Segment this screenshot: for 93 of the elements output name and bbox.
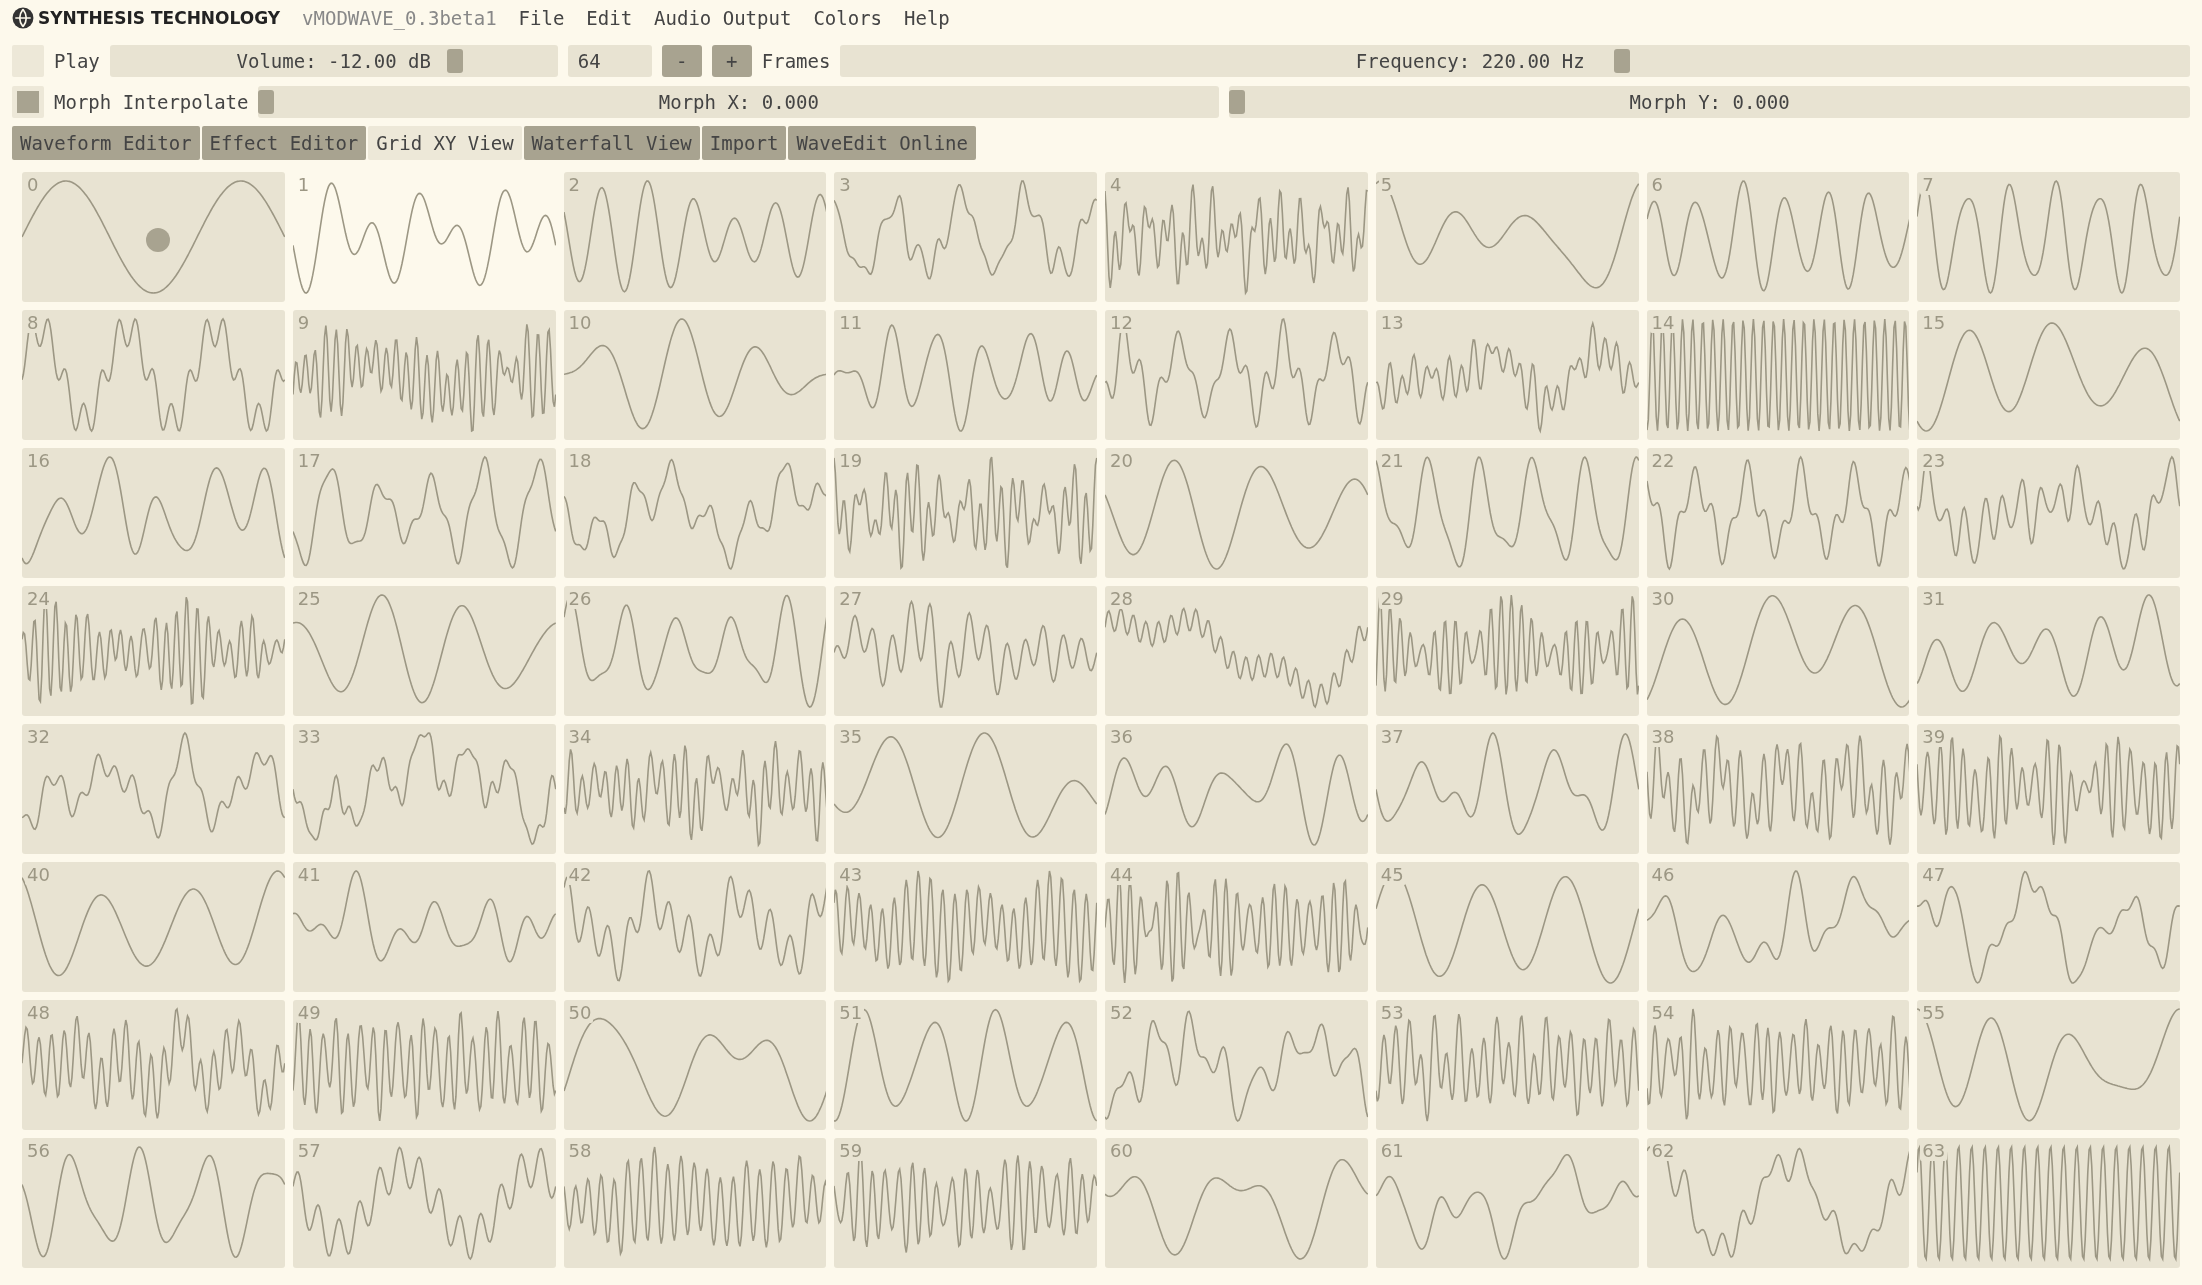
wavetable-cell[interactable]: 35 <box>834 724 1097 854</box>
wavetable-cell[interactable]: 18 <box>563 448 827 578</box>
position-marker[interactable] <box>146 228 170 252</box>
slider-thumb[interactable] <box>258 89 275 114</box>
slider-thumb[interactable] <box>1613 48 1630 73</box>
wavetable-cell[interactable]: 31 <box>1917 586 2180 716</box>
wavetable-cell[interactable]: 20 <box>1105 448 1368 578</box>
wavetable-cell[interactable]: 27 <box>834 586 1097 716</box>
wavetable-cell[interactable]: 46 <box>1646 862 1910 992</box>
menu-item[interactable]: File <box>518 7 565 29</box>
wavetable-cell[interactable]: 30 <box>1646 586 1910 716</box>
wavetable-cell[interactable]: 54 <box>1646 1000 1910 1130</box>
wavetable-cell[interactable]: 28 <box>1105 586 1368 716</box>
brand-name: SYNTHESIS TECHNOLOGY <box>38 8 281 28</box>
wavetable-cell[interactable]: 6 <box>1646 172 1910 302</box>
wavetable-cell[interactable]: 42 <box>563 862 827 992</box>
wavetable-cell[interactable]: 9 <box>292 310 556 440</box>
wavetable-cell[interactable]: 17 <box>292 448 556 578</box>
wavetable-cell[interactable]: 33 <box>292 724 556 854</box>
wavetable-cell[interactable]: 40 <box>22 862 285 992</box>
wavetable-cell[interactable]: 24 <box>22 586 285 716</box>
tab[interactable]: Effect Editor <box>201 126 367 160</box>
wavetable-cell[interactable]: 41 <box>292 862 556 992</box>
wavetable-cell[interactable]: 32 <box>22 724 285 854</box>
wavetable-cell[interactable]: 47 <box>1917 862 2180 992</box>
morph-x-slider[interactable]: Morph X: 0.000 <box>258 85 1220 118</box>
wavetable-cell[interactable]: 25 <box>292 586 556 716</box>
wavetable-cell[interactable]: 34 <box>563 724 827 854</box>
wavetable-cell[interactable]: 39 <box>1917 724 2180 854</box>
menu-item[interactable]: Colors <box>813 7 883 29</box>
wavetable-cell[interactable]: 10 <box>563 310 827 440</box>
wavetable-cell[interactable]: 3 <box>834 172 1097 302</box>
increment-button[interactable]: + <box>711 44 752 77</box>
wavetable-cell[interactable]: 5 <box>1375 172 1639 302</box>
wavetable-cell[interactable]: 4 <box>1105 172 1368 302</box>
morph-y-slider[interactable]: Morph Y: 0.000 <box>1229 85 2190 118</box>
wavetable-cell[interactable]: 8 <box>22 310 285 440</box>
wavetable-cell[interactable]: 14 <box>1646 310 1910 440</box>
slider-thumb[interactable] <box>446 48 463 73</box>
wavetable-cell[interactable]: 29 <box>1375 586 1639 716</box>
logo-icon <box>12 7 34 29</box>
play-label: Play <box>54 49 100 72</box>
wavetable-cell[interactable]: 43 <box>834 862 1097 992</box>
frequency-slider[interactable]: Frequency: 220.00 Hz <box>840 44 2190 77</box>
wavetable-cell[interactable]: 62 <box>1646 1138 1910 1268</box>
tab[interactable]: Waterfall View <box>523 126 700 160</box>
wavetable-cell[interactable]: 55 <box>1917 1000 2180 1130</box>
wavetable-cell[interactable]: 37 <box>1375 724 1639 854</box>
morph-interpolate-label: Morph Interpolate <box>54 90 249 113</box>
morph-interpolate-checkbox[interactable] <box>12 85 44 118</box>
wavetable-cell[interactable]: 16 <box>22 448 285 578</box>
tab[interactable]: Grid XY View <box>368 126 522 160</box>
wavetable-cell[interactable]: 45 <box>1375 862 1639 992</box>
wavetable-cell[interactable]: 22 <box>1646 448 1910 578</box>
volume-slider[interactable]: Volume: -12.00 dB <box>109 44 558 77</box>
wavetable-cell[interactable]: 44 <box>1105 862 1368 992</box>
menu-item[interactable]: Edit <box>586 7 633 29</box>
tab[interactable]: WaveEdit Online <box>788 126 976 160</box>
wavetable-cell[interactable]: 15 <box>1917 310 2180 440</box>
wavetable-cell[interactable]: 36 <box>1105 724 1368 854</box>
wavetable-cell[interactable]: 13 <box>1375 310 1639 440</box>
wavetable-cell[interactable]: 51 <box>834 1000 1097 1130</box>
wavetable-cell[interactable]: 19 <box>834 448 1097 578</box>
tab[interactable]: Waveform Editor <box>12 126 200 160</box>
menu-item[interactable]: Help <box>904 7 950 29</box>
frames-label: Frames <box>761 49 831 72</box>
decrement-button[interactable]: - <box>661 44 702 77</box>
wavetable-cell[interactable]: 48 <box>22 1000 285 1130</box>
wavetable-cell[interactable]: 52 <box>1105 1000 1368 1130</box>
tab[interactable]: Import <box>701 126 787 160</box>
wavetable-cell[interactable]: 59 <box>834 1138 1097 1268</box>
wavetable-cell[interactable]: 49 <box>292 1000 556 1130</box>
menu-item[interactable]: Audio Output <box>654 7 792 29</box>
wavetable-cell[interactable]: 21 <box>1375 448 1639 578</box>
slider-thumb[interactable] <box>1229 89 1246 114</box>
wavetable-cell[interactable]: 7 <box>1917 172 2180 302</box>
wavetable-cell[interactable]: 0 <box>22 172 285 302</box>
wavetable-cell[interactable]: 61 <box>1375 1138 1639 1268</box>
wavetable-cell[interactable]: 50 <box>563 1000 827 1130</box>
wavetable-cell[interactable]: 26 <box>563 586 827 716</box>
wavetable-cell[interactable]: 60 <box>1105 1138 1368 1268</box>
wavetable-cell[interactable]: 58 <box>563 1138 827 1268</box>
frames-field[interactable]: 64 <box>567 44 652 77</box>
wavetable-cell[interactable]: 56 <box>22 1138 285 1268</box>
wavetable-cell[interactable]: 53 <box>1375 1000 1639 1130</box>
wavetable-cell[interactable]: 23 <box>1917 448 2180 578</box>
wavetable-cell[interactable]: 38 <box>1646 724 1910 854</box>
app-version: vMODWAVE_0.3beta1 <box>302 7 497 29</box>
wavetable-cell[interactable]: 2 <box>563 172 827 302</box>
wavetable-cell[interactable]: 63 <box>1917 1138 2180 1268</box>
wavetable-cell[interactable]: 57 <box>292 1138 556 1268</box>
wavetable-cell[interactable]: 11 <box>834 310 1097 440</box>
wavetable-cell[interactable]: 12 <box>1105 310 1368 440</box>
